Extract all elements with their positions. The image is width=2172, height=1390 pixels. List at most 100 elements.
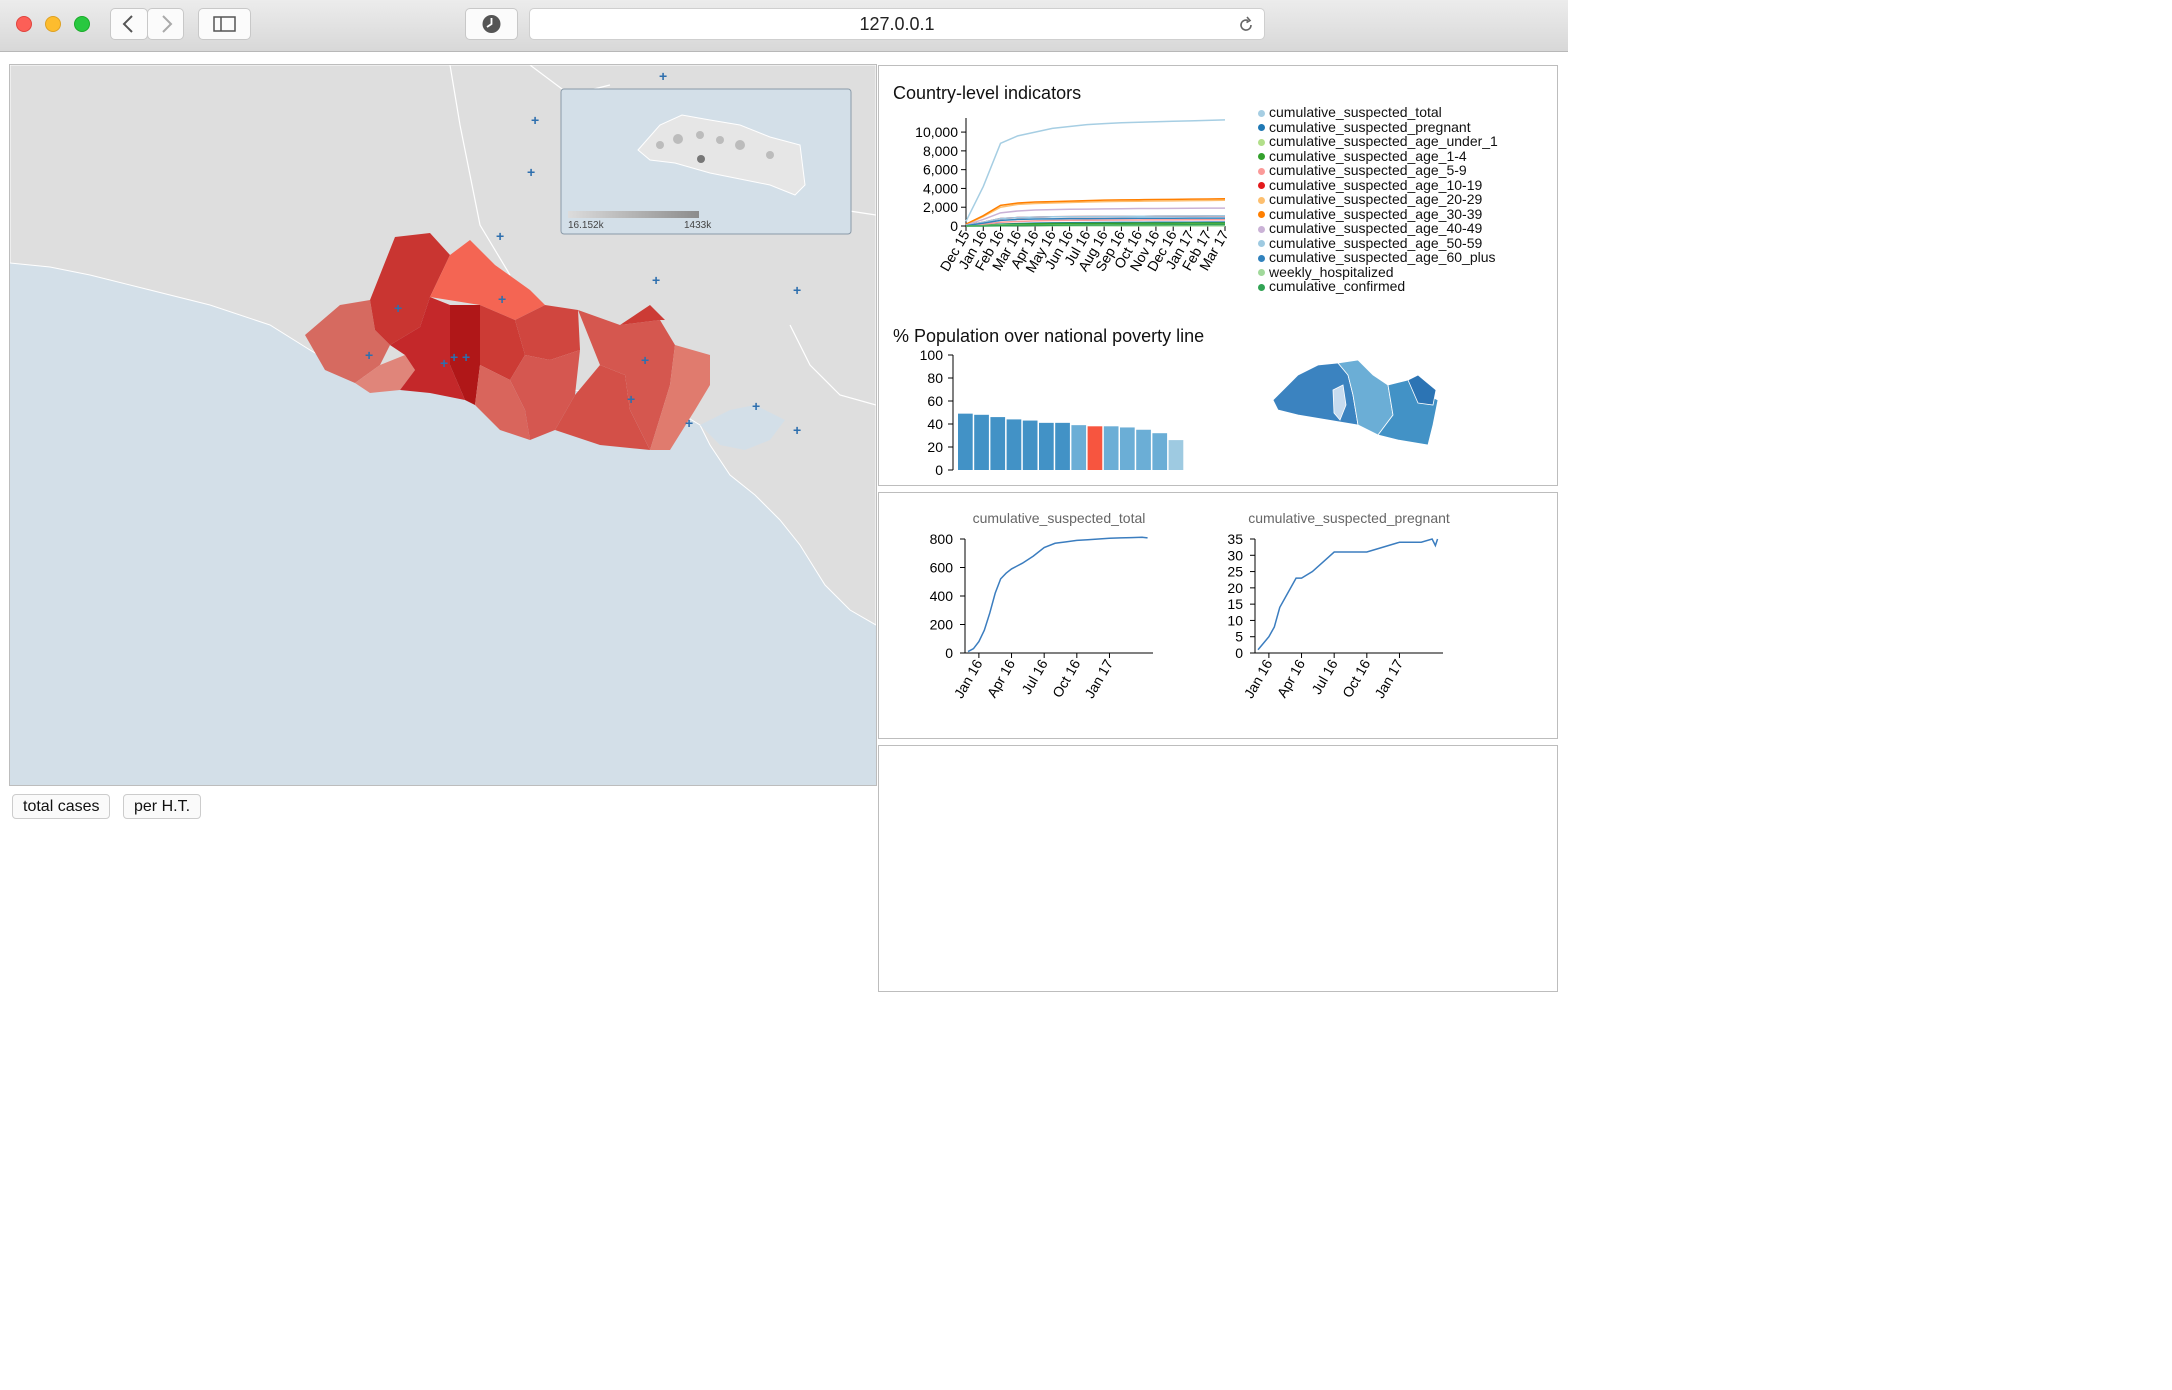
marker-icon[interactable]: + [527, 164, 535, 180]
poverty-bar [1071, 425, 1087, 470]
legend-dot [1258, 124, 1265, 132]
poverty-bar [1006, 419, 1022, 470]
map-panel[interactable]: + + + + + + + + + + + + + + + + + 16.152… [9, 64, 877, 786]
y-tick-label: 600 [930, 560, 954, 576]
inset-highlight-dot [697, 155, 705, 163]
zoom-window-button[interactable] [74, 16, 90, 32]
y-tick-label: 800 [930, 531, 954, 547]
legend-dot [1258, 182, 1265, 190]
legend-label: cumulative_confirmed [1269, 278, 1406, 294]
poverty-bar [1055, 422, 1070, 470]
legend-item[interactable]: cumulative_confirmed [1258, 279, 1405, 293]
small-chart-total: cumulative_suspected_total 0 200 400 600 800 J… [930, 510, 1153, 701]
y-tick-label: 20 [927, 439, 943, 455]
poverty-bar [990, 417, 1006, 470]
y-tick-label: 400 [930, 588, 954, 604]
y-tick-label: 200 [930, 617, 954, 633]
inset-map[interactable]: 16.152k 1433k [560, 88, 852, 235]
y-tick-label: 10 [1227, 612, 1243, 628]
history-button[interactable] [465, 8, 518, 40]
back-button[interactable] [110, 8, 148, 40]
legend-item[interactable]: cumulative_suspected_pregnant [1258, 120, 1471, 134]
inset-scale-bar [568, 211, 699, 218]
marker-icon[interactable]: + [531, 112, 539, 128]
legend-dot [1258, 283, 1265, 291]
legend-item[interactable]: cumulative_suspected_total [1258, 105, 1442, 119]
legend-dot [1258, 211, 1265, 219]
y-tick-label: 100 [920, 347, 944, 363]
marker-icon[interactable]: + [685, 415, 693, 431]
y-tick-label: 8,000 [923, 143, 958, 159]
sidebar-toggle-button[interactable] [198, 8, 251, 40]
poverty-bar [1152, 433, 1168, 470]
y-tick-label: 35 [1227, 531, 1243, 547]
marker-icon[interactable]: + [440, 355, 448, 371]
legend-dot [1258, 254, 1265, 262]
marker-icon[interactable]: + [365, 347, 373, 363]
marker-icon[interactable]: + [793, 282, 801, 298]
legend-item[interactable]: cumulative_suspected_age_40-49 [1258, 221, 1482, 235]
y-tick-label: 25 [1227, 564, 1243, 580]
minimize-window-button[interactable] [45, 16, 61, 32]
legend-dot [1258, 269, 1265, 277]
poverty-map[interactable] [1268, 355, 1448, 450]
inset-scale-max: 1433k [684, 220, 712, 231]
y-tick-label: 30 [1227, 547, 1243, 563]
marker-icon[interactable]: + [641, 352, 649, 368]
indicators-title: Country-level indicators [893, 83, 1082, 103]
marker-icon[interactable]: + [793, 422, 801, 438]
marker-icon[interactable]: + [498, 291, 506, 307]
y-tick-label: 80 [927, 370, 943, 386]
legend-item[interactable]: cumulative_suspected_age_under_1 [1258, 134, 1498, 148]
marker-icon[interactable]: + [450, 349, 458, 365]
url-text: 127.0.0.1 [859, 14, 935, 34]
legend-dot [1258, 109, 1265, 117]
legend-dot [1258, 138, 1265, 146]
close-window-button[interactable] [16, 16, 32, 32]
marker-icon[interactable]: + [652, 272, 660, 288]
legend-item[interactable]: cumulative_suspected_age_5-9 [1258, 163, 1467, 177]
x-tick-label: Jul 16 [1308, 656, 1341, 697]
legend-item[interactable]: weekly_hospitalized [1258, 265, 1394, 279]
marker-icon[interactable]: + [496, 228, 504, 244]
legend-item[interactable]: cumulative_suspected_age_1-4 [1258, 149, 1467, 163]
map[interactable]: + + + + + + + + + + + + + + + + + 16.152… [10, 65, 876, 785]
y-tick-label: 4,000 [923, 180, 958, 196]
small-chart-title: cumulative_suspected_pregnant [1248, 510, 1450, 526]
x-tick-label: Jan 17 [1371, 656, 1406, 701]
marker-icon[interactable]: + [752, 398, 760, 414]
poverty-bar [1039, 422, 1054, 470]
poverty-bar [958, 413, 973, 470]
legend-item[interactable]: cumulative_suspected_age_60_plus [1258, 250, 1496, 264]
legend-item[interactable]: cumulative_suspected_age_20-29 [1258, 192, 1482, 206]
y-tick-label: 20 [1227, 580, 1243, 596]
marker-icon[interactable]: + [462, 349, 470, 365]
poverty-bar [1022, 420, 1038, 470]
y-tick-label: 0 [945, 645, 953, 661]
legend-item[interactable]: cumulative_suspected_age_50-59 [1258, 236, 1482, 250]
marker-icon[interactable]: + [659, 68, 667, 84]
reload-icon[interactable] [1236, 15, 1256, 35]
y-tick-label: 0 [1235, 645, 1243, 661]
url-bar[interactable]: 127.0.0.1 [529, 8, 1265, 40]
chevron-right-icon [162, 15, 173, 33]
inset-scale-min: 16.152k [568, 220, 605, 231]
y-tick-label: 0 [935, 462, 943, 478]
y-tick-label: 15 [1227, 596, 1243, 612]
marker-icon[interactable]: + [627, 391, 635, 407]
legend-item[interactable]: cumulative_suspected_age_30-39 [1258, 207, 1482, 221]
y-tick-label: 10,000 [915, 124, 958, 140]
x-tick-label: Oct 16 [1339, 656, 1374, 700]
y-tick-label: 6,000 [923, 162, 958, 178]
x-tick-label: Apr 16 [984, 656, 1019, 700]
poverty-chart: 0 20 40 60 80 100 [920, 347, 1184, 478]
legend-dot [1258, 225, 1265, 233]
legend-item[interactable]: cumulative_suspected_age_10-19 [1258, 178, 1482, 192]
total-cases-button[interactable]: total cases [12, 794, 111, 819]
series-line [1257, 538, 1439, 651]
per-ht-button[interactable]: per H.T. [123, 794, 202, 819]
forward-button[interactable] [147, 8, 184, 40]
x-tick-label: Jan 16 [951, 656, 986, 701]
marker-icon[interactable]: + [394, 300, 402, 316]
poverty-title: % Population over national poverty line [893, 326, 1205, 346]
